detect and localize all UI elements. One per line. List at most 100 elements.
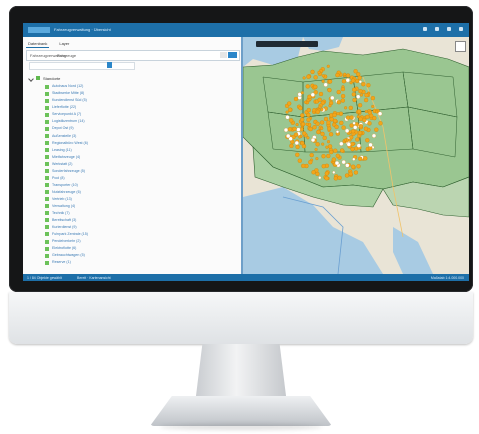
vehicle-marker[interactable] — [337, 175, 342, 180]
map-toolbar[interactable] — [256, 41, 318, 47]
vehicle-marker[interactable] — [345, 73, 351, 78]
vehicle-marker[interactable] — [366, 83, 371, 88]
vehicle-marker[interactable] — [329, 149, 334, 155]
map-view[interactable] — [243, 37, 469, 274]
vehicle-marker[interactable] — [326, 64, 330, 68]
vehicle-marker[interactable] — [358, 80, 362, 84]
vehicle-marker[interactable] — [369, 113, 374, 119]
tree-item[interactable]: Elektroflotte (6) — [29, 245, 234, 252]
tab-datenbank[interactable]: Datenbank — [26, 40, 50, 48]
tree-item[interactable]: Technik (7) — [29, 210, 234, 217]
vehicle-marker[interactable] — [344, 106, 348, 110]
vehicle-marker[interactable] — [356, 72, 361, 77]
vehicle-marker[interactable] — [345, 163, 350, 168]
filter-input[interactable] — [29, 62, 135, 70]
vehicle-marker[interactable] — [320, 126, 324, 130]
vehicle-marker[interactable] — [295, 144, 300, 150]
tree-item[interactable]: Servicepunkt A (7) — [29, 111, 234, 118]
tree-item[interactable]: Gebrauchtwagen (5) — [29, 252, 234, 259]
tree-item[interactable]: Depot Ost (9) — [29, 125, 234, 132]
tree-item[interactable]: Stadtwerke Mitte (8) — [29, 90, 234, 97]
vehicle-marker[interactable] — [323, 82, 328, 87]
vehicle-marker[interactable] — [301, 144, 307, 149]
vehicle-marker[interactable] — [348, 105, 353, 111]
tree-item[interactable]: Lieferflotte (22) — [29, 104, 234, 111]
vehicle-marker[interactable] — [306, 74, 311, 79]
vehicle-marker[interactable] — [313, 75, 318, 80]
vehicle-marker[interactable] — [333, 148, 338, 153]
vehicle-marker[interactable] — [371, 104, 375, 109]
vehicle-marker[interactable] — [304, 100, 308, 104]
vehicle-marker[interactable] — [324, 171, 329, 176]
vehicle-marker[interactable] — [359, 93, 364, 97]
help-icon[interactable] — [423, 27, 427, 31]
vehicle-marker[interactable] — [370, 95, 376, 101]
vehicle-marker[interactable] — [317, 97, 322, 102]
vehicle-marker[interactable] — [305, 84, 310, 89]
map-canvas[interactable] — [243, 37, 469, 274]
vehicle-marker[interactable] — [300, 91, 304, 95]
vehicle-marker[interactable] — [346, 142, 351, 147]
tree-root[interactable]: Standorte — [28, 75, 234, 83]
vehicle-marker[interactable] — [302, 131, 307, 136]
vehicle-marker[interactable] — [356, 164, 361, 169]
vehicle-marker[interactable] — [349, 115, 354, 120]
vehicle-marker[interactable] — [341, 159, 346, 165]
vehicle-marker[interactable] — [298, 135, 302, 139]
maximize-icon[interactable] — [447, 27, 451, 31]
vehicle-marker[interactable] — [308, 160, 313, 165]
vehicle-marker[interactable] — [313, 84, 318, 89]
vehicle-marker[interactable] — [310, 92, 315, 97]
tree-item[interactable]: Reserve (1) — [29, 259, 234, 266]
vehicle-marker[interactable] — [351, 92, 356, 97]
vehicle-marker[interactable] — [320, 131, 325, 137]
vehicle-marker[interactable] — [296, 127, 301, 132]
vehicle-marker[interactable] — [319, 120, 325, 125]
vehicle-marker[interactable] — [318, 91, 324, 97]
vehicle-marker[interactable] — [285, 115, 290, 120]
vehicle-marker[interactable] — [336, 112, 340, 116]
vehicle-marker[interactable] — [368, 142, 373, 148]
vehicle-marker[interactable] — [315, 109, 320, 115]
vehicle-marker[interactable] — [352, 157, 356, 161]
vehicle-marker[interactable] — [352, 97, 357, 103]
vehicle-marker[interactable] — [358, 89, 363, 94]
vehicle-marker[interactable] — [318, 105, 322, 109]
vehicle-marker[interactable] — [363, 126, 369, 131]
chevron-down-icon[interactable] — [28, 76, 34, 82]
vehicle-marker[interactable] — [350, 129, 356, 134]
tree-item[interactable]: Außenstelle (3) — [29, 132, 234, 139]
vehicle-marker[interactable] — [358, 156, 363, 161]
tree-item[interactable]: Nutzfahrzeuge (6) — [29, 189, 234, 196]
vehicle-marker[interactable] — [300, 113, 305, 118]
vehicle-marker[interactable] — [321, 74, 325, 78]
vehicle-marker[interactable] — [327, 79, 333, 84]
tree-item[interactable]: Pool (8) — [29, 175, 234, 182]
vehicle-marker[interactable] — [355, 137, 360, 142]
vehicle-marker[interactable] — [287, 101, 292, 106]
vehicle-marker[interactable] — [352, 121, 356, 125]
vehicle-marker[interactable] — [367, 121, 372, 126]
vehicle-marker[interactable] — [343, 72, 347, 76]
vehicle-marker[interactable] — [289, 118, 294, 123]
vehicle-marker[interactable] — [321, 154, 326, 159]
vehicle-marker[interactable] — [300, 121, 306, 127]
tree-item[interactable]: Verwaltung (4) — [29, 203, 234, 210]
search-button[interactable] — [228, 52, 237, 58]
vehicle-marker[interactable] — [295, 123, 299, 127]
vehicle-marker[interactable] — [356, 94, 361, 99]
vehicle-marker[interactable] — [316, 129, 321, 135]
vehicle-marker[interactable] — [358, 124, 363, 129]
vehicle-marker[interactable] — [286, 133, 291, 139]
vehicle-marker[interactable] — [314, 147, 318, 152]
vehicle-marker[interactable] — [305, 122, 309, 126]
vehicle-marker[interactable] — [361, 82, 366, 87]
vehicle-marker[interactable] — [328, 104, 332, 108]
vehicle-marker[interactable] — [345, 78, 350, 83]
vehicle-marker[interactable] — [333, 176, 338, 181]
tree-item[interactable]: Sonderfahrzeuge (5) — [29, 168, 234, 175]
layers-icon[interactable] — [455, 41, 466, 52]
vehicle-marker[interactable] — [321, 142, 325, 146]
tree-item[interactable]: Logistikzentrum (14) — [29, 118, 234, 125]
vehicle-marker[interactable] — [331, 157, 336, 162]
